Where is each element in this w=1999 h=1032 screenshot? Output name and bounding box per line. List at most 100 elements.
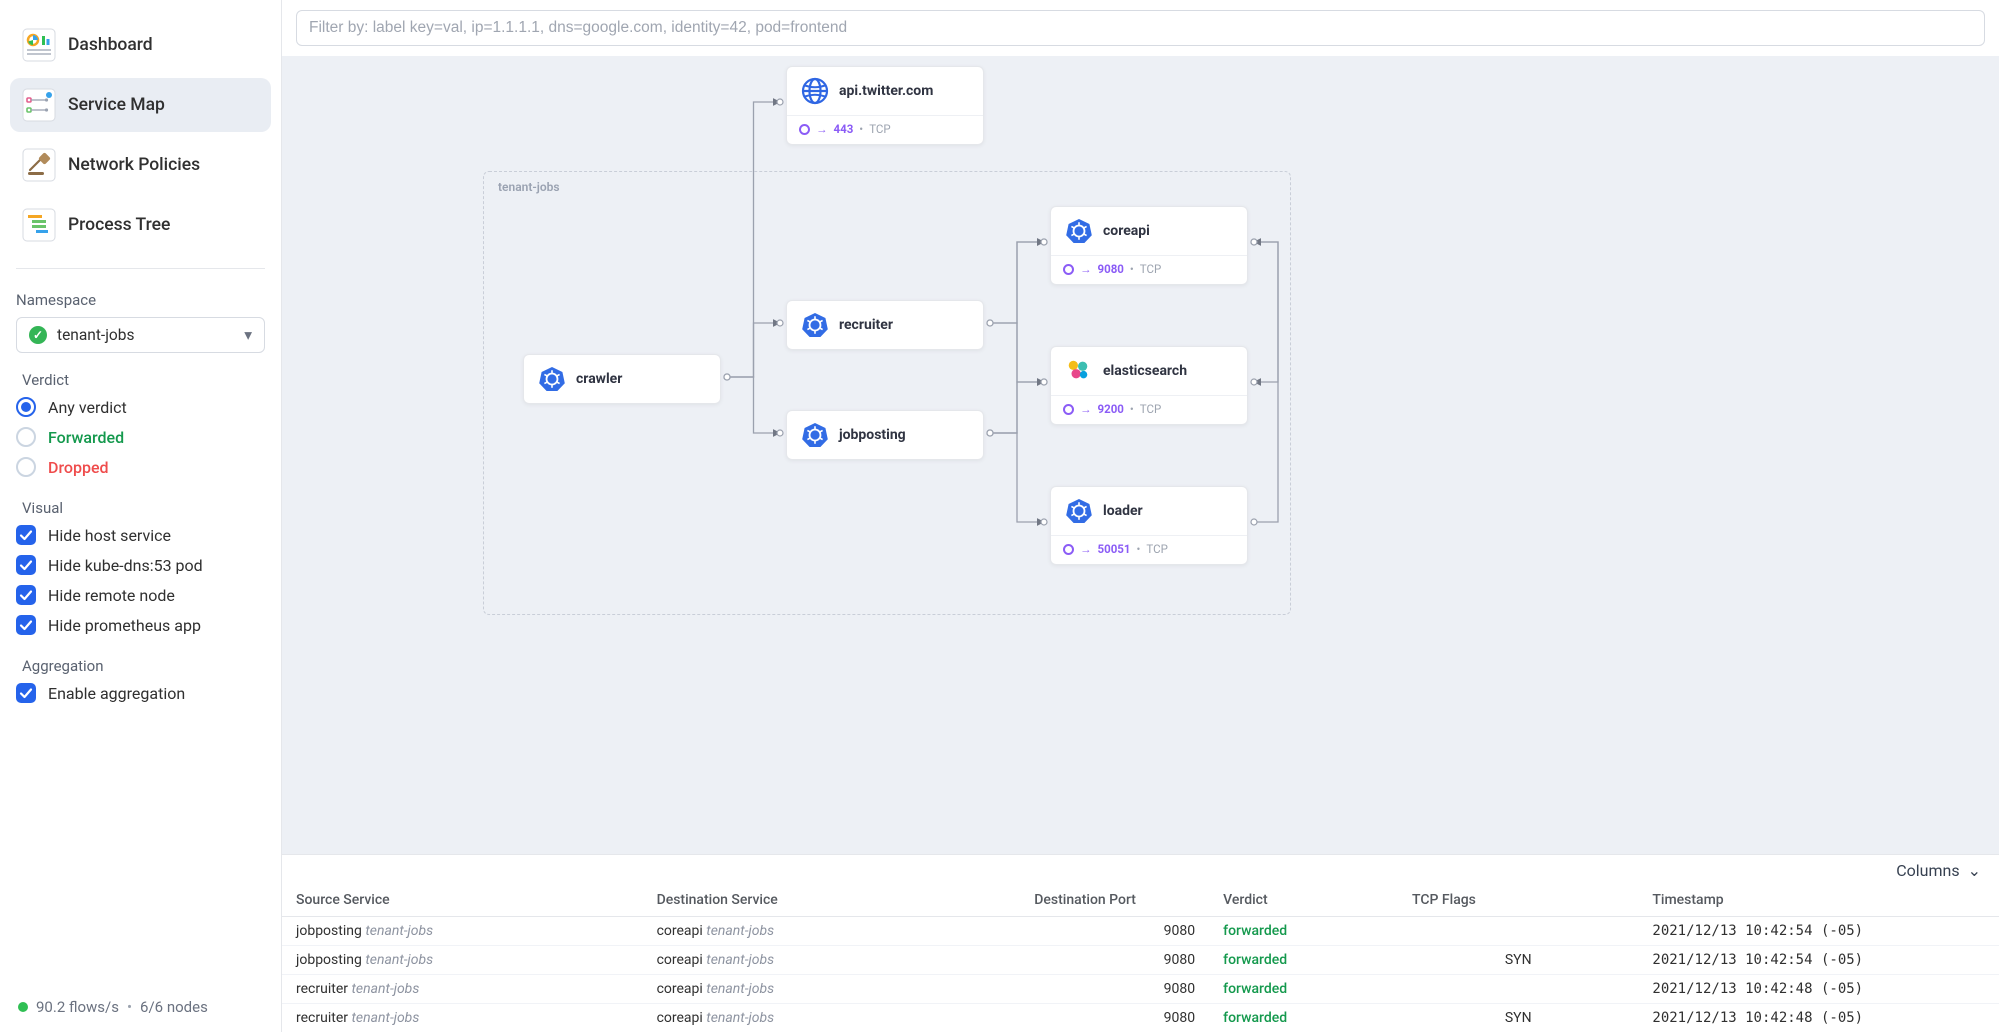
- port-circle-icon: [1063, 264, 1074, 275]
- visual-section: Visual Hide host service Hide kube-dns:5…: [16, 495, 265, 635]
- visual-option-label: Hide remote node: [48, 586, 175, 605]
- service-title: crawler: [576, 371, 622, 387]
- filter-input[interactable]: [296, 10, 1985, 46]
- sidebar-item-dashboard[interactable]: Dashboard: [10, 18, 271, 72]
- col-port[interactable]: Destination Port: [1020, 884, 1209, 917]
- port-arrow-icon: →: [816, 122, 828, 136]
- service-card-jobposting[interactable]: jobposting: [786, 410, 984, 460]
- visual-option-kube[interactable]: Hide kube-dns:53 pod: [16, 555, 265, 575]
- port-proto: TCP: [1140, 262, 1161, 276]
- cell-destination: coreapi tenant-jobs: [643, 975, 1021, 1004]
- chevron-down-icon: ⌄: [1968, 861, 1981, 880]
- visual-option-label: Hide prometheus app: [48, 616, 201, 635]
- service-card-loader[interactable]: loader → 50051 • TCP: [1050, 486, 1248, 565]
- cell-source: recruiter tenant-jobs: [282, 1004, 643, 1032]
- check-circle-icon: ✓: [29, 326, 47, 344]
- service-port: → 50051 • TCP: [1051, 535, 1247, 564]
- cell-tcp: SYN: [1398, 1004, 1638, 1032]
- cell-verdict: forwarded: [1209, 946, 1398, 975]
- cell-verdict: forwarded: [1209, 917, 1398, 946]
- status-flows: 90.2 flows/s: [36, 998, 119, 1016]
- filter-bar: [282, 0, 1999, 56]
- aggregation-option-label: Enable aggregation: [48, 684, 185, 703]
- namespace-value: tenant-jobs: [57, 326, 134, 344]
- sidebar-item-policies[interactable]: Network Policies: [10, 138, 271, 192]
- cell-timestamp: 2021/12/13 10:42:54 (-05): [1638, 917, 1999, 946]
- service-map-canvas[interactable]: tenant-jobs crawler api.twitter.com → 44…: [282, 56, 1999, 854]
- port-number: 9200: [1098, 402, 1124, 416]
- kubernetes-icon: [1065, 217, 1093, 245]
- verdict-option-dropped[interactable]: Dropped: [16, 457, 265, 477]
- status-bar: 90.2 flows/s • 6/6 nodes: [10, 986, 271, 1022]
- col-destination[interactable]: Destination Service: [643, 884, 1021, 917]
- service-map-icon: [22, 88, 56, 122]
- radio-icon: [16, 397, 36, 417]
- namespace-select[interactable]: ✓ tenant-jobs ▾: [16, 317, 265, 353]
- verdict-option-label: Any verdict: [48, 398, 127, 417]
- verdict-option-forwarded[interactable]: Forwarded: [16, 427, 265, 447]
- visual-option-label: Hide kube-dns:53 pod: [48, 556, 203, 575]
- cell-timestamp: 2021/12/13 10:42:48 (-05): [1638, 975, 1999, 1004]
- service-card-recruiter[interactable]: recruiter: [786, 300, 984, 350]
- kubernetes-icon: [801, 421, 829, 449]
- flow-panel: Columns ⌄ Source Service Destination Ser…: [282, 854, 1999, 1032]
- col-timestamp[interactable]: Timestamp: [1638, 884, 1999, 917]
- sidebar-item-process[interactable]: Process Tree: [10, 198, 271, 252]
- flows-header-row: Source Service Destination Service Desti…: [282, 884, 1999, 917]
- edge-endpoint: [777, 99, 783, 105]
- namespace-label: Namespace: [16, 291, 265, 309]
- cell-port: 9080: [1020, 1004, 1209, 1032]
- service-header: recruiter: [787, 301, 983, 349]
- port-circle-icon: [1063, 404, 1074, 415]
- service-title: api.twitter.com: [839, 83, 933, 99]
- sidebar-item-label: Dashboard: [68, 35, 153, 55]
- verdict-group: Any verdict Forwarded Dropped: [16, 397, 265, 477]
- service-card-coreapi[interactable]: coreapi → 9080 • TCP: [1050, 206, 1248, 285]
- sidebar-item-service-map[interactable]: Service Map: [10, 78, 271, 132]
- cell-destination: coreapi tenant-jobs: [643, 946, 1021, 975]
- service-title: elasticsearch: [1103, 363, 1187, 379]
- visual-option-prom[interactable]: Hide prometheus app: [16, 615, 265, 635]
- elastic-icon: [1065, 357, 1093, 385]
- checkbox-icon: [16, 525, 36, 545]
- visual-option-remote[interactable]: Hide remote node: [16, 585, 265, 605]
- service-card-api-twitter[interactable]: api.twitter.com → 443 • TCP: [786, 66, 984, 145]
- service-card-crawler[interactable]: crawler: [523, 354, 721, 404]
- verdict-label: Verdict: [22, 371, 259, 389]
- col-verdict[interactable]: Verdict: [1209, 884, 1398, 917]
- filters: Verdict Any verdict Forwarded Dropped Vi…: [16, 367, 265, 703]
- cell-destination: coreapi tenant-jobs: [643, 917, 1021, 946]
- aggregation-option[interactable]: Enable aggregation: [16, 683, 265, 703]
- cell-timestamp: 2021/12/13 10:42:54 (-05): [1638, 946, 1999, 975]
- col-tcp-flags[interactable]: TCP Flags: [1398, 884, 1638, 917]
- visual-option-host[interactable]: Hide host service: [16, 525, 265, 545]
- col-source[interactable]: Source Service: [282, 884, 643, 917]
- port-arrow-icon: →: [1080, 262, 1092, 276]
- table-row[interactable]: jobposting tenant-jobs coreapi tenant-jo…: [282, 917, 1999, 946]
- checkbox-icon: [16, 683, 36, 703]
- service-header: elasticsearch: [1051, 347, 1247, 395]
- verdict-option-any[interactable]: Any verdict: [16, 397, 265, 417]
- checkbox-icon: [16, 555, 36, 575]
- cell-port: 9080: [1020, 917, 1209, 946]
- table-row[interactable]: recruiter tenant-jobs coreapi tenant-job…: [282, 975, 1999, 1004]
- columns-button[interactable]: Columns ⌄: [1896, 861, 1981, 880]
- port-number: 443: [834, 122, 854, 136]
- cell-source: recruiter tenant-jobs: [282, 975, 643, 1004]
- globe-icon: [801, 77, 829, 105]
- nav-list: Dashboard Service Map Network Policies P…: [10, 18, 271, 252]
- cell-source: jobposting tenant-jobs: [282, 946, 643, 975]
- process-tree-icon: [22, 208, 56, 242]
- flows-table: Source Service Destination Service Desti…: [282, 884, 1999, 1032]
- service-header: jobposting: [787, 411, 983, 459]
- namespace-select-button[interactable]: ✓ tenant-jobs ▾: [16, 317, 265, 353]
- table-row[interactable]: recruiter tenant-jobs coreapi tenant-job…: [282, 1004, 1999, 1032]
- service-card-elasticsearch[interactable]: elasticsearch → 9200 • TCP: [1050, 346, 1248, 425]
- cell-source: jobposting tenant-jobs: [282, 917, 643, 946]
- aggregation-label: Aggregation: [22, 657, 259, 675]
- cell-port: 9080: [1020, 946, 1209, 975]
- policies-icon: [22, 148, 56, 182]
- radio-icon: [16, 457, 36, 477]
- table-row[interactable]: jobposting tenant-jobs coreapi tenant-jo…: [282, 946, 1999, 975]
- port-circle-icon: [799, 124, 810, 135]
